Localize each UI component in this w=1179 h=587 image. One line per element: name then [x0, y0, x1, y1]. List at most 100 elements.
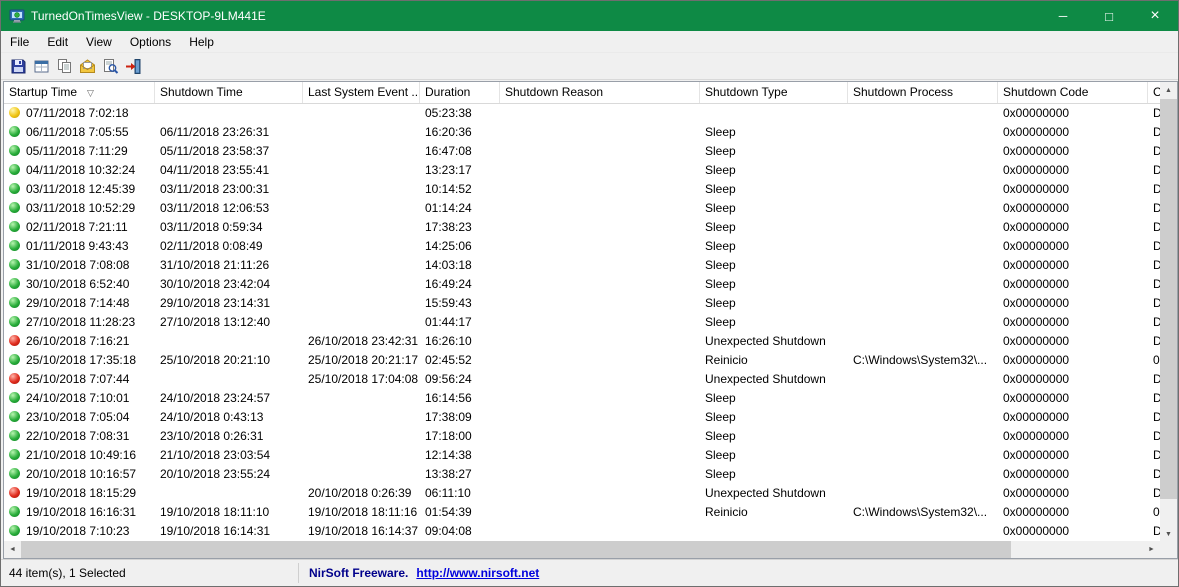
table-row[interactable]: 01/11/2018 9:43:43 02/11/2018 0:08:49 14:2…: [4, 237, 1160, 256]
toolbar: [1, 54, 1178, 80]
column-header[interactable]: Shutdown Time: [155, 82, 303, 103]
table-row[interactable]: 26/10/2018 7:16:21 26/10/2018 23:42:31 16:…: [4, 332, 1160, 351]
table-row[interactable]: 30/10/2018 6:52:40 30/10/2018 23:42:04 16:…: [4, 275, 1160, 294]
green-status-icon: [9, 164, 20, 175]
maximize-icon: □: [1105, 8, 1113, 24]
green-status-icon: [9, 525, 20, 536]
exit-icon: [126, 59, 141, 74]
status-divider: [298, 563, 299, 583]
green-status-icon: [9, 240, 20, 251]
scrollbar-corner: [1160, 541, 1177, 558]
scroll-up-icon[interactable]: ▲: [1160, 82, 1177, 99]
table-row[interactable]: 27/10/2018 11:28:23 27/10/2018 13:12:40 01…: [4, 313, 1160, 332]
green-status-icon: [9, 145, 20, 156]
table-row[interactable]: 04/11/2018 10:32:24 04/11/2018 23:55:41 13…: [4, 161, 1160, 180]
menu-help[interactable]: Help: [180, 31, 223, 53]
column-header[interactable]: Duration: [420, 82, 500, 103]
table-row[interactable]: 05/11/2018 7:11:29 05/11/2018 23:58:37 16:…: [4, 142, 1160, 161]
menu-options[interactable]: Options: [121, 31, 180, 53]
freeware-text: NirSoft Freeware.: [309, 566, 409, 580]
table-row[interactable]: 23/10/2018 7:05:04 24/10/2018 0:43:13 17:3…: [4, 408, 1160, 427]
green-status-icon: [9, 468, 20, 479]
green-status-icon: [9, 506, 20, 517]
properties-icon: [80, 59, 95, 73]
menu-file[interactable]: File: [1, 31, 38, 53]
save-icon: [11, 59, 26, 74]
table-row[interactable]: 03/11/2018 12:45:39 03/11/2018 23:00:31 10…: [4, 180, 1160, 199]
table-row[interactable]: 25/10/2018 7:07:44 25/10/2018 17:04:08 09:…: [4, 370, 1160, 389]
exit-button[interactable]: [122, 56, 145, 78]
save-button[interactable]: [7, 56, 30, 78]
green-status-icon: [9, 392, 20, 403]
table-row[interactable]: 22/10/2018 7:08:31 23/10/2018 0:26:31 17:1…: [4, 427, 1160, 446]
table-row[interactable]: 07/11/2018 7:02:1805:23:380x00000000D: [4, 104, 1160, 123]
green-status-icon: [9, 183, 20, 194]
column-header[interactable]: Shutdown Process: [848, 82, 998, 103]
copy-icon: [58, 59, 71, 73]
minimize-button[interactable]: ─: [1040, 1, 1086, 31]
menu-bar: File Edit View Options Help: [1, 31, 1178, 53]
status-bar: 44 item(s), 1 Selected NirSoft Freeware.…: [1, 559, 1178, 586]
table-row[interactable]: 19/10/2018 18:15:29 20/10/2018 0:26:39 06:…: [4, 484, 1160, 503]
green-status-icon: [9, 126, 20, 137]
green-status-icon: [9, 221, 20, 232]
status-item-count: 44 item(s), 1 Selected: [9, 566, 126, 580]
table-row[interactable]: 31/10/2018 7:08:08 31/10/2018 21:11:26 14:…: [4, 256, 1160, 275]
horizontal-scroll-thumb[interactable]: [21, 541, 1011, 558]
column-header[interactable]: Shutdown Type: [700, 82, 848, 103]
list-body: 07/11/2018 7:02:1805:23:380x00000000D06/…: [4, 104, 1160, 541]
column-header[interactable]: Shutdown Reason: [500, 82, 700, 103]
app-window: TurnedOnTimesView - DESKTOP-9LM441E ─ □ …: [0, 0, 1179, 587]
window-title: TurnedOnTimesView - DESKTOP-9LM441E: [31, 9, 266, 23]
green-status-icon: [9, 354, 20, 365]
horizontal-scrollbar[interactable]: ◄ ►: [4, 541, 1160, 558]
sort-indicator-icon: ▽: [87, 88, 94, 98]
column-header[interactable]: Shutdown Code: [998, 82, 1148, 103]
table-row[interactable]: 19/10/2018 7:10:23 19/10/2018 16:14:31 19/…: [4, 522, 1160, 541]
scroll-right-icon[interactable]: ►: [1143, 541, 1160, 558]
yellow-status-icon: [9, 107, 20, 118]
column-header[interactable]: C...: [1148, 82, 1160, 103]
close-icon: ×: [1150, 7, 1160, 24]
vertical-scroll-thumb[interactable]: [1160, 99, 1177, 499]
table-row[interactable]: 20/10/2018 10:16:57 20/10/2018 23:55:24 13…: [4, 465, 1160, 484]
table-row[interactable]: 02/11/2018 7:21:11 03/11/2018 0:59:34 17:3…: [4, 218, 1160, 237]
green-status-icon: [9, 297, 20, 308]
green-status-icon: [9, 430, 20, 441]
list-header: Startup Time ▽ Shutdown Time Last System Ev…: [4, 82, 1160, 104]
copy-button[interactable]: [53, 56, 76, 78]
events-list: Startup Time ▽ Shutdown Time Last System Ev…: [3, 81, 1178, 559]
table-row[interactable]: 29/10/2018 7:14:48 29/10/2018 23:14:31 15:…: [4, 294, 1160, 313]
table-row[interactable]: 19/10/2018 16:16:31 19/10/2018 18:11:10 19…: [4, 503, 1160, 522]
green-status-icon: [9, 411, 20, 422]
maximize-button[interactable]: □: [1086, 1, 1132, 31]
vertical-scrollbar[interactable]: ▲ ▼: [1160, 82, 1177, 543]
export-icon: [34, 60, 49, 73]
menu-view[interactable]: View: [77, 31, 121, 53]
app-icon: [9, 9, 25, 23]
column-header[interactable]: Startup Time ▽: [4, 82, 155, 103]
red-status-icon: [9, 487, 20, 498]
nirsoft-link[interactable]: http://www.nirsoft.net: [416, 566, 539, 580]
close-button[interactable]: ×: [1132, 1, 1178, 31]
green-status-icon: [9, 202, 20, 213]
green-status-icon: [9, 259, 20, 270]
export-button[interactable]: [30, 56, 53, 78]
green-status-icon: [9, 316, 20, 327]
red-status-icon: [9, 335, 20, 346]
menu-edit[interactable]: Edit: [38, 31, 77, 53]
table-row[interactable]: 25/10/2018 17:35:18 25/10/2018 20:21:10 25…: [4, 351, 1160, 370]
table-row[interactable]: 24/10/2018 7:10:01 24/10/2018 23:24:57 16:…: [4, 389, 1160, 408]
table-row[interactable]: 03/11/2018 10:52:29 03/11/2018 12:06:53 01…: [4, 199, 1160, 218]
table-row[interactable]: 21/10/2018 10:49:16 21/10/2018 23:03:54 12…: [4, 446, 1160, 465]
column-header[interactable]: Last System Event ...: [303, 82, 420, 103]
properties-button[interactable]: [76, 56, 99, 78]
green-status-icon: [9, 449, 20, 460]
minimize-icon: ─: [1058, 9, 1068, 23]
table-row[interactable]: 06/11/2018 7:05:55 06/11/2018 23:26:31 16:…: [4, 123, 1160, 142]
title-bar: TurnedOnTimesView - DESKTOP-9LM441E ─ □ …: [1, 1, 1178, 31]
red-status-icon: [9, 373, 20, 384]
green-status-icon: [9, 278, 20, 289]
scroll-left-icon[interactable]: ◄: [4, 541, 21, 558]
find-button[interactable]: [99, 56, 122, 78]
